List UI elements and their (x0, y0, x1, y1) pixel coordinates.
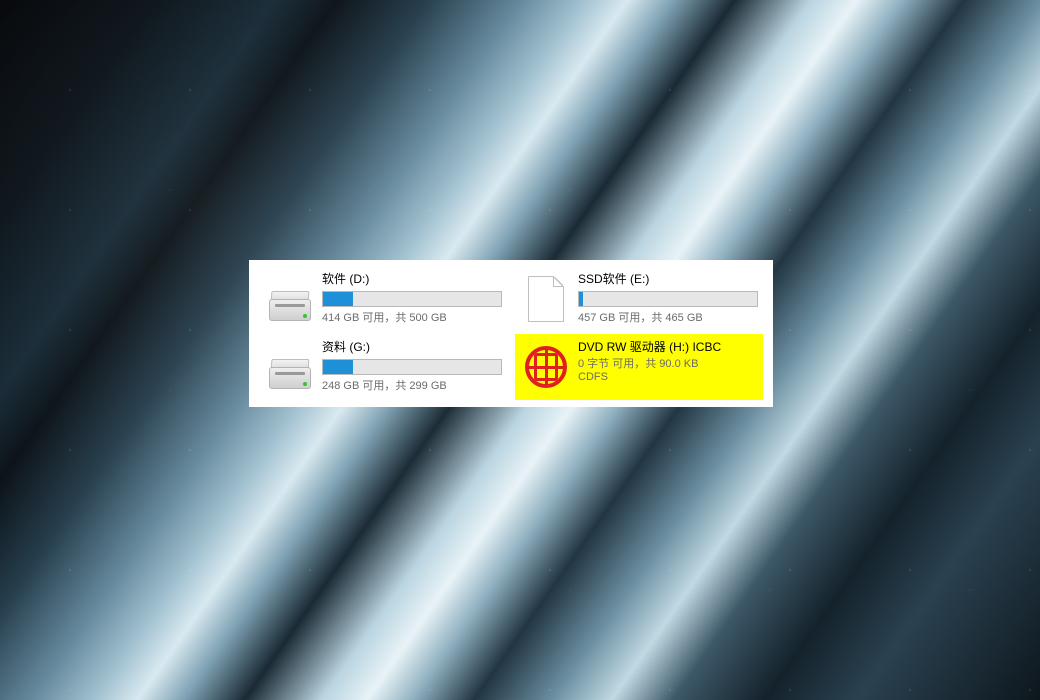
drive-h-filesystem: CDFS (578, 371, 758, 383)
drive-h-status: 0 字节 可用，共 90.0 KB (578, 357, 758, 371)
drive-e[interactable]: SSD软件 (E:) 457 GB 可用，共 465 GB (515, 266, 763, 332)
drive-d[interactable]: 软件 (D:) 414 GB 可用，共 500 GB (259, 266, 507, 332)
drive-e-capacity-bar (578, 291, 758, 307)
drive-g-capacity-bar (322, 359, 502, 375)
desktop-background: 软件 (D:) 414 GB 可用，共 500 GB SSD软件 (E:) (0, 0, 1040, 700)
hard-drive-icon (264, 271, 316, 327)
drive-d-capacity-fill (323, 292, 353, 306)
drive-g[interactable]: 资料 (G:) 248 GB 可用，共 299 GB (259, 334, 507, 400)
file-icon (520, 271, 572, 327)
drive-g-name: 资料 (G:) (322, 339, 502, 355)
drive-d-status: 414 GB 可用，共 500 GB (322, 311, 502, 325)
drive-g-status: 248 GB 可用，共 299 GB (322, 379, 502, 393)
drive-h-name: DVD RW 驱动器 (H:) ICBC (578, 339, 758, 355)
drive-e-capacity-fill (579, 292, 583, 306)
drives-grid: 软件 (D:) 414 GB 可用，共 500 GB SSD软件 (E:) (259, 266, 763, 400)
icbc-disc-icon (520, 339, 572, 395)
drive-e-name: SSD软件 (E:) (578, 271, 758, 287)
hard-drive-icon (264, 339, 316, 395)
drive-e-status: 457 GB 可用，共 465 GB (578, 311, 758, 325)
drives-panel: 软件 (D:) 414 GB 可用，共 500 GB SSD软件 (E:) (249, 260, 773, 407)
drive-g-capacity-fill (323, 360, 353, 374)
drive-d-name: 软件 (D:) (322, 271, 502, 287)
drive-d-capacity-bar (322, 291, 502, 307)
drive-h[interactable]: DVD RW 驱动器 (H:) ICBC 0 字节 可用，共 90.0 KB C… (515, 334, 763, 400)
